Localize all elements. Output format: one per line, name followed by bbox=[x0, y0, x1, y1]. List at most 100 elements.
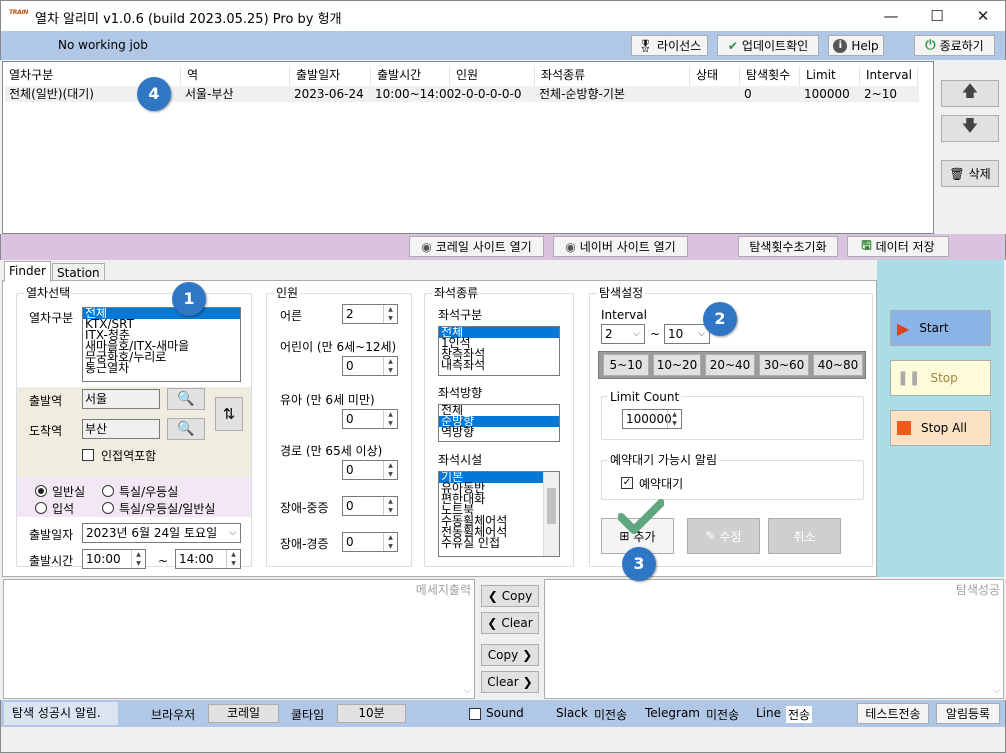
stop-button[interactable]: ❚❚ Stop bbox=[890, 360, 991, 396]
column-header[interactable]: Interval bbox=[860, 66, 918, 86]
disabled-severe-stepper[interactable]: 0 ▲ ▼ bbox=[342, 496, 398, 516]
column-header[interactable]: 인원 bbox=[450, 66, 535, 86]
column-header[interactable]: 출발시간 bbox=[371, 66, 450, 86]
pause-icon: ❚❚ bbox=[897, 370, 921, 386]
stepper-arrows-icon[interactable]: ▲ ▼ bbox=[383, 410, 397, 428]
move-down-button[interactable]: 🡇 bbox=[941, 115, 999, 142]
minimize-icon[interactable]: — bbox=[868, 1, 914, 32]
stop-all-button[interactable]: Stop All bbox=[890, 410, 991, 446]
list-item[interactable]: 수유실 인접 bbox=[439, 537, 559, 549]
list-item[interactable]: 역방향 bbox=[439, 426, 559, 438]
interval-label: Interval bbox=[601, 308, 647, 322]
test-send-button[interactable]: 테스트전송 bbox=[857, 703, 929, 724]
quit-button[interactable]: ⏻ 종료하기 bbox=[914, 35, 995, 56]
stepper-arrows-icon[interactable]: ▲ ▼ bbox=[131, 550, 145, 568]
open-naver-button[interactable]: ◉ 네이버 사이트 열기 bbox=[553, 236, 688, 257]
search-departure-button[interactable]: 🔍 bbox=[167, 388, 205, 410]
clear-message-button[interactable]: ❮ Clear bbox=[481, 612, 539, 634]
help-button[interactable]: i Help bbox=[828, 35, 884, 56]
open-korail-button[interactable]: ◉ 코레일 사이트 열기 bbox=[409, 236, 544, 257]
column-header[interactable]: 역 bbox=[181, 66, 290, 86]
tab-finder[interactable]: Finder bbox=[4, 261, 51, 282]
control-panel: ▶ Start ❚❚ Stop Stop All bbox=[877, 260, 1004, 577]
move-up-button[interactable]: 🡅 bbox=[941, 80, 999, 107]
tab-station[interactable]: Station bbox=[52, 263, 105, 281]
license-button[interactable]: 🎖 라이선스 bbox=[631, 35, 708, 56]
message-output[interactable]: 메세지출력 ⌵ bbox=[3, 579, 475, 699]
close-icon[interactable]: ✕ bbox=[960, 1, 1006, 32]
seat-kind-list[interactable]: 전체 1인석 창측좌석 내측좌석 bbox=[438, 326, 560, 376]
preset-button[interactable]: 30~60 bbox=[759, 354, 809, 376]
preset-button[interactable]: 40~80 bbox=[813, 354, 863, 376]
job-list-table[interactable]: 열차구분 역 출발일자 출발시간 인원 좌석종류 상태 탐색횟수 Limit I… bbox=[2, 61, 934, 234]
list-item[interactable]: 통근열차 bbox=[83, 362, 240, 374]
stepper-arrows-icon[interactable]: ▲ ▼ bbox=[383, 305, 397, 323]
stepper-arrows-icon[interactable]: ▲ ▼ bbox=[383, 497, 397, 515]
reset-count-button[interactable]: 탐색횟수초기화 bbox=[738, 236, 838, 257]
cooltime-select[interactable]: 10분 bbox=[337, 704, 406, 723]
time-to-stepper[interactable]: 14:00 ▲ ▼ bbox=[175, 549, 241, 569]
trash-icon: 🗑 bbox=[949, 166, 965, 181]
waitlist-checkbox[interactable]: ✓ bbox=[621, 477, 633, 489]
interval-from-select[interactable]: 2 ⌵ bbox=[601, 324, 645, 344]
scrollbar-thumb[interactable] bbox=[547, 488, 556, 524]
chrome-icon: ◉ bbox=[421, 239, 432, 254]
infant-stepper[interactable]: 0 ▲ ▼ bbox=[342, 409, 398, 429]
delete-button[interactable]: 🗑 삭제 bbox=[941, 160, 999, 187]
seat-direction-list[interactable]: 전체 순방향 역방향 bbox=[438, 404, 560, 442]
adult-stepper[interactable]: 2 ▲ ▼ bbox=[342, 304, 398, 324]
scroll-down-icon[interactable]: ⌵ bbox=[464, 686, 471, 696]
stop-square-icon bbox=[897, 421, 911, 435]
stepper-arrows-icon[interactable]: ▲ ▼ bbox=[383, 357, 397, 375]
column-header[interactable]: 탐색횟수 bbox=[740, 66, 800, 86]
train-type-list[interactable]: 전체 KTX/SRT ITX-청춘 새마을호/ITX-새마을 무궁화호/누리로 … bbox=[82, 307, 241, 382]
disabled-mild-stepper[interactable]: 0 ▲ ▼ bbox=[342, 532, 398, 552]
radio-special[interactable] bbox=[102, 485, 114, 497]
preset-button[interactable]: 20~40 bbox=[705, 354, 755, 376]
browser-select[interactable]: 코레일 bbox=[208, 704, 279, 723]
interval-to-select[interactable]: 10 ⌵ bbox=[664, 324, 710, 344]
limit-count-stepper[interactable]: 100000 ▲ ▼ bbox=[622, 409, 682, 429]
infant-label: 유아 (만 6세 미만) bbox=[280, 393, 375, 407]
scrollbar[interactable] bbox=[543, 472, 559, 556]
senior-stepper[interactable]: 0 ▲ ▼ bbox=[342, 460, 398, 480]
preset-button[interactable]: 10~20 bbox=[653, 354, 701, 376]
departure-date-picker[interactable]: 2023년 6월 24일 토요일 ⌵ bbox=[82, 523, 241, 543]
near-station-checkbox[interactable] bbox=[82, 449, 94, 461]
maximize-icon[interactable]: ☐ bbox=[914, 1, 960, 32]
save-data-button[interactable]: 🖫 데이터 저장 bbox=[847, 236, 949, 257]
preset-button[interactable]: 5~10 bbox=[603, 354, 649, 376]
register-alert-button[interactable]: 알림등록 bbox=[936, 703, 1000, 724]
cancel-button[interactable]: 취소 bbox=[768, 518, 841, 554]
chevron-right-icon: ❯ bbox=[522, 675, 533, 689]
stepper-arrows-icon[interactable]: ▲ ▼ bbox=[226, 550, 240, 568]
update-check-button[interactable]: ✔ 업데이트확인 bbox=[717, 35, 819, 56]
success-output[interactable]: 탐색성공 ⌵ bbox=[544, 579, 1004, 699]
stepper-arrows-icon[interactable]: ▲ ▼ bbox=[383, 461, 397, 479]
search-arrival-button[interactable]: 🔍 bbox=[167, 418, 205, 440]
radio-general[interactable] bbox=[35, 485, 47, 497]
scroll-down-icon[interactable]: ⌵ bbox=[993, 686, 1000, 696]
stepper-arrows-icon[interactable]: ▲ ▼ bbox=[383, 533, 397, 551]
seat-facility-list[interactable]: 기본 유아동반 편한대화 노트북 수동휠체어석 전동휠체어석 수유실 인접 bbox=[438, 471, 560, 557]
departure-input[interactable]: 서울 bbox=[82, 389, 160, 409]
column-header[interactable]: 좌석종류 bbox=[535, 66, 690, 86]
sound-checkbox[interactable] bbox=[469, 708, 481, 720]
child-stepper[interactable]: 0 ▲ ▼ bbox=[342, 356, 398, 376]
radio-standing[interactable] bbox=[35, 502, 47, 514]
radio-special-general[interactable] bbox=[102, 502, 114, 514]
list-item[interactable]: 내측좌석 bbox=[439, 359, 559, 371]
column-header[interactable]: 상태 bbox=[690, 66, 740, 86]
row-order-panel: 🡅 🡇 🗑 삭제 bbox=[934, 61, 1006, 234]
start-button[interactable]: ▶ Start bbox=[890, 310, 991, 346]
arrival-input[interactable]: 부산 bbox=[82, 419, 160, 439]
column-header[interactable]: 출발일자 bbox=[290, 66, 371, 86]
edit-job-button[interactable]: ✎ 수정 bbox=[687, 518, 760, 554]
clear-success-button[interactable]: Clear ❯ bbox=[481, 671, 539, 693]
copy-success-button[interactable]: Copy ❯ bbox=[481, 644, 539, 666]
copy-message-button[interactable]: ❮ Copy bbox=[481, 585, 539, 607]
time-from-stepper[interactable]: 10:00 ▲ ▼ bbox=[82, 549, 146, 569]
column-header[interactable]: Limit bbox=[800, 66, 860, 86]
stepper-arrows-icon[interactable]: ▲ ▼ bbox=[667, 410, 681, 428]
swap-stations-button[interactable]: ⇅ bbox=[215, 397, 243, 431]
